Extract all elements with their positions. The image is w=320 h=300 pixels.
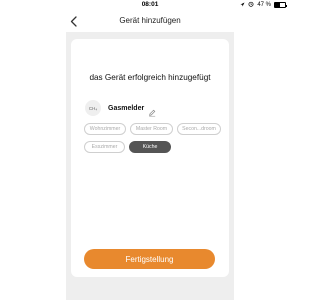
device-row: CH₄ Gasmelder xyxy=(85,100,156,117)
location-icon xyxy=(240,2,245,9)
page-title: Gerät hinzufügen xyxy=(119,16,181,25)
alarm-icon xyxy=(248,1,254,9)
header: Gerät hinzufügen xyxy=(0,12,300,32)
battery-level xyxy=(275,3,280,7)
battery-icon xyxy=(274,2,287,8)
room-chip-second-bedroom[interactable]: Secon...droom xyxy=(177,123,221,135)
pencil-icon[interactable] xyxy=(148,104,156,117)
result-card: das Gerät erfolgreich hinzugefügt CH₄ Ga… xyxy=(71,39,229,277)
room-chip-master-room[interactable]: Master Room xyxy=(130,123,173,135)
room-chip-esszimmer[interactable]: Esszimmer xyxy=(84,141,125,153)
room-chip-kueche[interactable]: Küche xyxy=(129,141,171,153)
status-icons: 47 % xyxy=(240,1,287,9)
success-message: das Gerät erfolgreich hinzugefügt xyxy=(89,73,211,82)
gas-sensor-icon: CH₄ xyxy=(85,100,101,116)
status-bar: 08:01 47 % xyxy=(0,0,300,12)
device-name: Gasmelder xyxy=(108,104,145,112)
room-chip-wohnzimmer[interactable]: Wohnzimmer xyxy=(84,123,126,135)
battery-percent: 47 % xyxy=(257,2,271,8)
finish-button[interactable]: Fertigstellung xyxy=(84,249,215,269)
